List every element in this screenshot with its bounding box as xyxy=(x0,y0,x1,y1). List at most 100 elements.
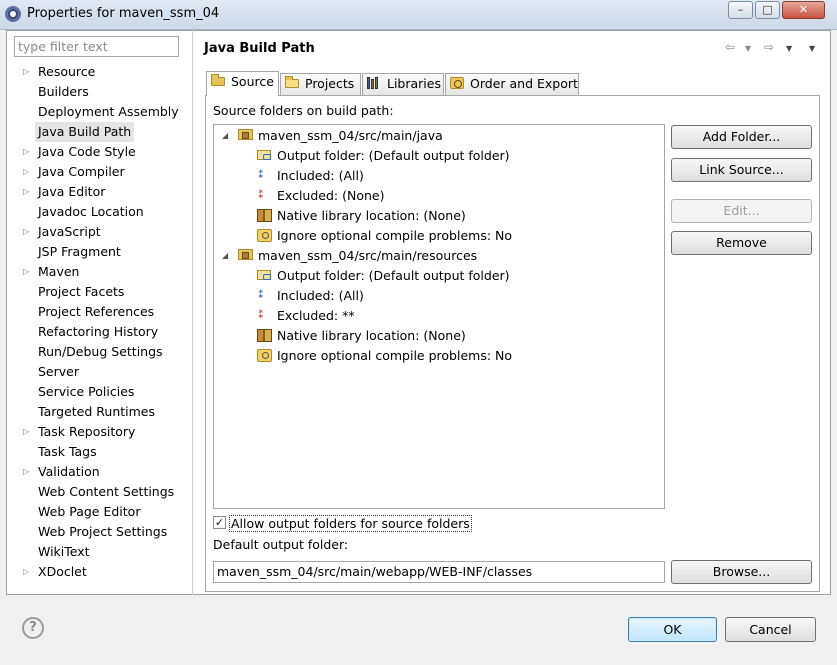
expand-arrow-icon[interactable]: ▷ xyxy=(23,62,29,82)
cancel-button[interactable]: Cancel xyxy=(725,617,816,642)
expand-arrow-icon[interactable]: ▷ xyxy=(23,462,29,482)
nav-item-label: Builders xyxy=(38,84,89,99)
title-bar: Properties for maven_ssm_04 – □ ✕ xyxy=(0,0,837,30)
source-attribute-text: Ignore optional compile problems: No xyxy=(277,348,513,363)
nav-item-label: Project References xyxy=(38,304,155,319)
source-folder-icon xyxy=(238,129,253,140)
add-folder-button[interactable]: Add Folder... xyxy=(671,125,812,149)
source-attribute-text: Output folder: (Default output folder) xyxy=(277,268,510,283)
nav-item-label: Web Page Editor xyxy=(38,504,141,519)
nav-item-label: Task Tags xyxy=(38,444,97,459)
remove-button[interactable]: Remove xyxy=(671,231,812,255)
tab-order-export-label: Order and Export xyxy=(470,76,578,91)
expand-arrow-icon[interactable]: ▷ xyxy=(23,142,29,162)
excluded-filter-icon: ⁑ xyxy=(258,188,264,201)
ignore-problems-icon xyxy=(257,349,272,362)
native-library-icon xyxy=(257,329,272,342)
filter-input[interactable] xyxy=(14,36,179,57)
native-library-icon xyxy=(257,209,272,222)
tab-projects[interactable]: Projects xyxy=(280,73,361,95)
page-title: Java Build Path xyxy=(204,41,315,56)
expand-arrow-icon[interactable]: ▷ xyxy=(23,182,29,202)
link-source-button[interactable]: Link Source... xyxy=(671,158,812,182)
sash-divider[interactable] xyxy=(192,30,193,595)
included-filter-icon: ⁑ xyxy=(258,288,264,301)
back-menu-chevron-icon[interactable]: ▼ xyxy=(745,44,751,53)
collapse-arrow-icon[interactable]: ◢ xyxy=(222,126,228,146)
forward-menu-chevron-icon[interactable]: ▼ xyxy=(786,44,792,53)
nav-item-label: Java Code Style xyxy=(38,144,136,159)
remove-label: Remove xyxy=(716,235,767,250)
output-folder-icon xyxy=(257,270,271,280)
nav-item-label: JSP Fragment xyxy=(38,244,121,259)
project-folder-icon xyxy=(285,76,300,89)
nav-item-label: WikiText xyxy=(38,544,90,559)
nav-item-label: Task Repository xyxy=(38,424,136,439)
window-title: Properties for maven_ssm_04 xyxy=(27,6,220,21)
excluded-filter-icon: ⁑ xyxy=(258,308,264,321)
nav-item-label: Web Project Settings xyxy=(38,524,168,539)
source-attribute-text: Excluded: (None) xyxy=(277,188,385,203)
expand-arrow-icon[interactable]: ▷ xyxy=(23,262,29,282)
libraries-icon xyxy=(367,77,382,89)
included-filter-icon: ⁑ xyxy=(258,168,264,181)
source-attribute-text: Ignore optional compile problems: No xyxy=(277,228,513,243)
tab-source-label: Source xyxy=(231,74,274,89)
edit-label: Edit... xyxy=(723,203,760,218)
source-folder-name: maven_ssm_04/src/main/java xyxy=(258,128,443,143)
nav-item-label: Resource xyxy=(38,64,96,79)
default-output-folder-label: Default output folder: xyxy=(213,537,349,552)
nav-item-label: Java Editor xyxy=(38,184,106,199)
nav-item-label: Javadoc Location xyxy=(38,204,144,219)
checkbox-box[interactable]: ✓ xyxy=(213,516,226,529)
close-button[interactable]: ✕ xyxy=(782,1,825,19)
nav-item-label: Java Compiler xyxy=(38,164,125,179)
order-export-icon xyxy=(450,77,465,89)
tab-source[interactable]: Source xyxy=(206,71,279,96)
browse-label: Browse... xyxy=(712,564,771,579)
source-folder-icon xyxy=(238,249,253,260)
browse-button[interactable]: Browse... xyxy=(671,560,812,584)
nav-item-label: Service Policies xyxy=(38,384,135,399)
source-attribute-text: Included: (All) xyxy=(277,168,364,183)
edit-button[interactable]: Edit... xyxy=(671,199,812,223)
source-attribute-text: Included: (All) xyxy=(277,288,364,303)
source-folders-caption: Source folders on build path: xyxy=(213,103,394,118)
view-menu-icon[interactable]: ▼ xyxy=(809,44,815,53)
forward-arrow-icon[interactable]: ⇨ xyxy=(764,40,774,54)
source-attribute-text: Native library location: (None) xyxy=(277,208,466,223)
output-folder-icon xyxy=(257,150,271,160)
expand-arrow-icon[interactable]: ▷ xyxy=(23,422,29,442)
nav-item-label: Project Facets xyxy=(38,284,125,299)
nav-item-label: Java Build Path xyxy=(35,122,135,142)
ok-button[interactable]: OK xyxy=(628,617,717,642)
back-arrow-icon[interactable]: ⇦ xyxy=(725,40,735,54)
default-output-folder-field[interactable]: maven_ssm_04/src/main/webapp/WEB-INF/cla… xyxy=(213,561,665,583)
source-attribute-text: Native library location: (None) xyxy=(277,328,466,343)
ignore-problems-icon xyxy=(257,229,272,242)
expand-arrow-icon[interactable]: ▷ xyxy=(23,222,29,242)
nav-item-label: Web Content Settings xyxy=(38,484,175,499)
tab-order-and-export[interactable]: Order and Export xyxy=(445,73,579,95)
source-folders-tree[interactable]: ◢ maven_ssm_04/src/main/java Output folder… xyxy=(213,124,665,509)
help-icon[interactable]: ? xyxy=(22,617,44,639)
link-source-label: Link Source... xyxy=(699,162,784,177)
source-folder-icon xyxy=(211,74,226,87)
tab-libraries[interactable]: Libraries xyxy=(362,73,444,95)
minimize-button[interactable]: – xyxy=(728,1,753,19)
nav-item-label: Validation xyxy=(38,464,100,479)
maximize-button[interactable]: □ xyxy=(755,1,780,19)
allow-output-folders-label: Allow output folders for source folders xyxy=(229,515,472,532)
expand-arrow-icon[interactable]: ▷ xyxy=(23,562,29,582)
nav-item-label: JavaScript xyxy=(38,224,101,239)
source-attribute-text: Output folder: (Default output folder) xyxy=(277,148,510,163)
collapse-arrow-icon[interactable]: ◢ xyxy=(222,246,228,266)
tab-libraries-label: Libraries xyxy=(387,76,441,91)
nav-item-label: Deployment Assembly xyxy=(38,104,179,119)
expand-arrow-icon[interactable]: ▷ xyxy=(23,162,29,182)
nav-item-label: Maven xyxy=(38,264,80,279)
add-folder-label: Add Folder... xyxy=(702,129,781,144)
nav-item-label: Targeted Runtimes xyxy=(38,404,155,419)
nav-item-label: Run/Debug Settings xyxy=(38,344,163,359)
eclipse-icon xyxy=(5,6,21,22)
